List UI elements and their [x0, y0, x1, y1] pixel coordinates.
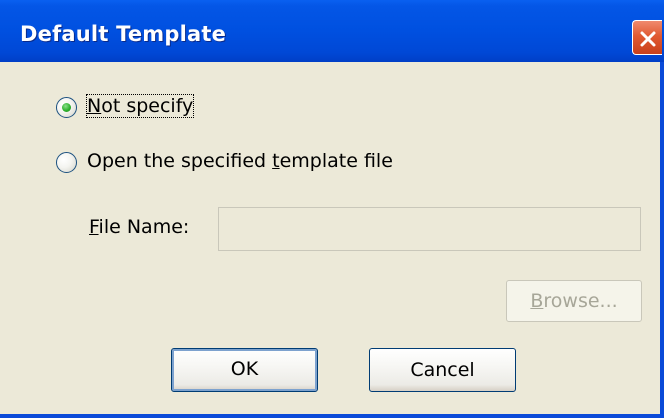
radio-button[interactable]: [56, 152, 77, 173]
radio-open-template-file-label[interactable]: Open the specified template file: [87, 150, 393, 172]
title-bar[interactable]: Default Template: [0, 0, 664, 62]
file-name-field[interactable]: [218, 207, 641, 251]
radio-selected-dot: [62, 103, 71, 112]
radio-button[interactable]: [56, 97, 77, 118]
file-name-label: File Name:: [89, 216, 190, 238]
dialog-window: Default Template Not specify Open the sp…: [0, 0, 664, 418]
ok-button[interactable]: OK: [171, 348, 318, 392]
close-button[interactable]: [632, 20, 662, 55]
cancel-button[interactable]: Cancel: [369, 348, 516, 392]
browse-button[interactable]: Browse...: [506, 280, 642, 322]
close-icon: [640, 31, 656, 47]
dialog-body: Not specify Open the specified template …: [0, 62, 660, 414]
dialog-title: Default Template: [20, 22, 227, 46]
radio-not-specify-label[interactable]: Not specify: [85, 94, 195, 118]
